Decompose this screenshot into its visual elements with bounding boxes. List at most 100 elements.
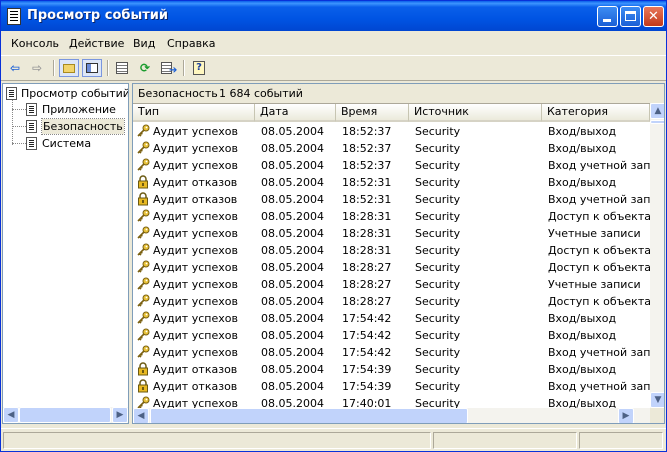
event-list-hscroll-thumb[interactable]	[150, 408, 468, 423]
key-icon	[136, 209, 150, 223]
table-row[interactable]: Аудит успехов 08.05.2004 18:28:31 Security У…	[133, 225, 653, 242]
tree-item-system[interactable]: Система	[42, 136, 91, 151]
scroll-up-icon[interactable]: ▲	[650, 103, 664, 119]
cell-date: 08.05.2004	[261, 346, 324, 359]
table-row[interactable]: Аудит успехов 08.05.2004 17:54:42 Security В…	[133, 310, 653, 327]
event-list-pane: Безопасность 1 684 событий Тип Дата Врем…	[132, 83, 665, 424]
forward-arrow-icon[interactable]: ⇨	[27, 59, 47, 77]
system-log-icon	[26, 137, 37, 150]
menu-view[interactable]: Вид	[133, 37, 155, 50]
table-row[interactable]: Аудит успехов 08.05.2004 18:28:27 Security Д…	[133, 293, 653, 310]
cell-time: 18:28:31	[342, 210, 392, 223]
cell-time: 18:28:31	[342, 244, 392, 257]
table-row[interactable]: Аудит отказов 08.05.2004 17:54:39 Security В…	[133, 361, 653, 378]
cell-category: Учетные записи	[548, 227, 641, 240]
show-hide-tree-icon[interactable]	[82, 59, 102, 77]
cell-type: Аудит успехов	[153, 210, 238, 223]
scroll-right-icon[interactable]: ▶	[618, 408, 634, 423]
scroll-left-icon[interactable]: ◀	[133, 408, 149, 423]
maximize-icon	[625, 11, 636, 21]
column-type[interactable]: Тип	[133, 104, 255, 122]
cell-category: Вход учетной запис	[548, 193, 650, 206]
padlock-icon	[136, 379, 150, 393]
menu-bar: Консоль Действие Вид Справка	[1, 34, 666, 53]
cell-category: Вход/выход	[548, 125, 617, 138]
table-row[interactable]: Аудит успехов 08.05.2004 18:28:31 Security Д…	[133, 208, 653, 225]
tree-horizontal-scrollbar[interactable]: ◀ ▶	[3, 407, 128, 423]
table-row[interactable]: Аудит успехов 08.05.2004 18:52:37 Security В…	[133, 157, 653, 174]
cell-time: 17:54:42	[342, 346, 392, 359]
event-list-scroll-thumb[interactable]	[650, 120, 664, 124]
column-time[interactable]: Время	[336, 104, 409, 122]
event-viewer-window: Просмотр событий ✕ Консоль Действие Вид …	[0, 0, 667, 452]
event-viewer-root-icon	[6, 87, 17, 100]
title-bar[interactable]: Просмотр событий ✕	[1, 1, 666, 31]
table-row[interactable]: Аудит отказов 08.05.2004 18:52:31 Security В…	[133, 174, 653, 191]
column-source[interactable]: Источник	[409, 104, 542, 122]
table-row[interactable]: Аудит отказов 08.05.2004 18:52:31 Security В…	[133, 191, 653, 208]
cell-category: Вход/выход	[548, 142, 617, 155]
cell-category: Вход/выход	[548, 176, 617, 189]
cell-type: Аудит отказов	[153, 380, 238, 393]
tree-item-application[interactable]: Приложение	[42, 102, 116, 117]
tree-item-root[interactable]: Просмотр событий (.	[21, 86, 128, 101]
menu-action[interactable]: Действие	[69, 37, 124, 50]
column-date[interactable]: Дата	[255, 104, 336, 122]
table-row[interactable]: Аудит успехов 08.05.2004 18:28:27 Security У…	[133, 276, 653, 293]
cell-source: Security	[415, 278, 461, 291]
cell-time: 17:54:39	[342, 380, 392, 393]
cell-source: Security	[415, 346, 461, 359]
scroll-right-icon[interactable]: ▶	[112, 407, 128, 423]
up-folder-icon[interactable]	[59, 59, 79, 77]
back-arrow-icon[interactable]: ⇦	[5, 59, 25, 77]
cell-source: Security	[415, 244, 461, 257]
key-icon	[136, 277, 150, 291]
table-row[interactable]: Аудит успехов 08.05.2004 17:54:42 Security В…	[133, 327, 653, 344]
cell-category: Вход/выход	[548, 363, 617, 376]
menu-console[interactable]: Консоль	[11, 37, 59, 50]
event-list-horizontal-scrollbar[interactable]: ◀ ▶	[133, 408, 650, 423]
table-row[interactable]: Аудит успехов 08.05.2004 18:52:37 Security В…	[133, 140, 653, 157]
console-tree[interactable]: Просмотр событий (. Приложение Безопасно…	[2, 83, 129, 424]
table-row[interactable]: Аудит успехов 08.05.2004 17:54:42 Security В…	[133, 344, 653, 361]
menu-help[interactable]: Справка	[167, 37, 215, 50]
security-log-icon	[26, 120, 37, 133]
close-button[interactable]: ✕	[643, 6, 664, 27]
cell-category: Доступ к объектам	[548, 244, 650, 257]
minimize-button[interactable]	[597, 6, 618, 27]
status-bar	[1, 428, 666, 452]
tree-scroll-thumb[interactable]	[19, 407, 111, 423]
status-panel-3	[579, 432, 663, 449]
key-icon	[136, 294, 150, 308]
cell-source: Security	[415, 159, 461, 172]
cell-time: 18:28:27	[342, 278, 392, 291]
table-row[interactable]: Аудит успехов 08.05.2004 18:28:27 Security Д…	[133, 259, 653, 276]
help-icon[interactable]: ?	[189, 59, 209, 77]
table-row[interactable]: Аудит успехов 08.05.2004 18:28:31 Security Д…	[133, 242, 653, 259]
cell-category: Доступ к объектам	[548, 295, 650, 308]
event-viewer-app-icon[interactable]	[7, 8, 21, 25]
cell-category: Доступ к объектам	[548, 210, 650, 223]
tree-item-security[interactable]: Безопасность	[41, 118, 125, 135]
key-icon	[136, 328, 150, 342]
application-log-icon	[26, 103, 37, 116]
cell-source: Security	[415, 312, 461, 325]
cell-source: Security	[415, 261, 461, 274]
cell-category: Вход учетной запис	[548, 346, 650, 359]
event-list-vertical-scrollbar[interactable]: ▲ ▼	[650, 103, 664, 408]
properties-icon[interactable]	[112, 59, 132, 77]
cell-date: 08.05.2004	[261, 312, 324, 325]
toolbar: ⇦ ⇨ ⟳ ➔ ?	[1, 55, 666, 81]
cell-type: Аудит отказов	[153, 193, 238, 206]
table-row[interactable]: Аудит отказов 08.05.2004 17:54:39 Security В…	[133, 378, 653, 395]
maximize-button[interactable]	[620, 6, 641, 27]
refresh-icon[interactable]: ⟳	[135, 59, 155, 77]
padlock-icon	[136, 192, 150, 206]
scroll-left-icon[interactable]: ◀	[3, 407, 19, 423]
scroll-down-icon[interactable]: ▼	[650, 392, 664, 408]
cell-time: 18:52:31	[342, 193, 392, 206]
export-list-icon[interactable]: ➔	[158, 59, 178, 77]
cell-category: Доступ к объектам	[548, 261, 650, 274]
table-row[interactable]: Аудит успехов 08.05.2004 18:52:37 Security В…	[133, 123, 653, 140]
column-category[interactable]: Категория	[542, 104, 650, 122]
